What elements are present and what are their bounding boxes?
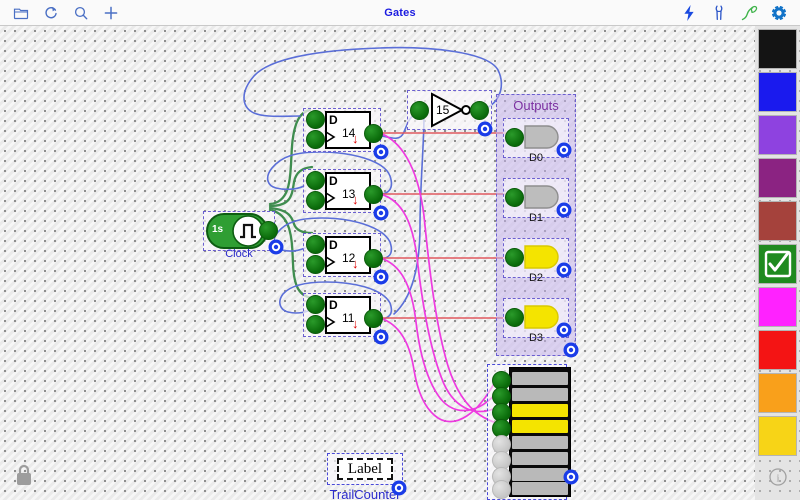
led-d1-terminal[interactable]	[505, 188, 524, 207]
bargraph-segment-2	[512, 404, 568, 417]
led-d0-terminal[interactable]	[505, 128, 524, 147]
flipflop-11-clk-input[interactable]	[306, 315, 325, 334]
gear-icon[interactable]	[764, 0, 794, 26]
outputs-group-title: Outputs	[513, 98, 559, 113]
flipflop-14-clk-input[interactable]	[306, 130, 325, 149]
bargraph-segment-6	[512, 468, 568, 481]
flipflop-11-clk-triangle	[325, 316, 336, 328]
flipflop-13-type: D	[329, 174, 338, 188]
bargraph-segment-7	[512, 482, 568, 495]
flipflop-11-d-input[interactable]	[306, 295, 325, 314]
swatch-green[interactable]	[758, 244, 797, 284]
led-d3-terminal[interactable]	[505, 308, 524, 327]
bargraph-segment-4	[512, 436, 568, 449]
pliers-icon[interactable]	[704, 0, 734, 26]
swatch-yellow[interactable]	[758, 416, 797, 456]
color-palette[interactable]: i	[755, 26, 800, 500]
checkbox-checked-icon	[764, 250, 791, 278]
flipflop-14-settings-badge[interactable]	[373, 144, 389, 160]
lightning-icon[interactable]	[674, 0, 704, 26]
led-d3-settings-badge[interactable]	[556, 322, 572, 338]
bargraph-segment-1	[512, 388, 568, 401]
flipflop-14-type: D	[329, 113, 338, 127]
swatch-orange[interactable]	[758, 373, 797, 413]
clock-output-terminal[interactable]	[259, 221, 278, 240]
wire-bargraph-bus	[375, 131, 501, 425]
inverter-15-input-terminal[interactable]	[410, 101, 429, 120]
flipflop-12-clk-input[interactable]	[306, 255, 325, 274]
bargraph-settings-badge[interactable]	[563, 469, 579, 485]
outputs-group-settings-badge[interactable]	[563, 342, 579, 358]
led-d2-terminal[interactable]	[505, 248, 524, 267]
info-icon[interactable]: i	[768, 467, 788, 492]
label-settings-badge[interactable]	[391, 480, 407, 496]
bargraph-segment-3	[512, 420, 568, 433]
flipflop-12-settings-badge[interactable]	[373, 269, 389, 285]
clock-label: Clock	[225, 248, 253, 260]
swatch-magenta[interactable]	[758, 287, 797, 327]
wire-led-bus	[373, 132, 509, 319]
circuit-canvas[interactable]: 1s Clock D 14 ↓ D 13 ↓ D 12 ↓ D 11 ↓ 15 …	[0, 26, 755, 500]
flipflop-14-edge-arrow: ↓	[352, 131, 359, 146]
bargraph-segment-0	[512, 372, 568, 385]
flipflop-12-type: D	[329, 238, 338, 252]
flipflop-11-q-output[interactable]	[364, 309, 383, 328]
inverter-15-output-terminal[interactable]	[470, 101, 489, 120]
swatch-purple[interactable]	[758, 158, 797, 198]
flipflop-13-d-input[interactable]	[306, 171, 325, 190]
flipflop-11-edge-arrow: ↓	[352, 316, 359, 331]
flipflop-13-edge-arrow: ↓	[352, 192, 359, 207]
led-d2-settings-badge[interactable]	[556, 262, 572, 278]
lock-icon[interactable]	[14, 463, 34, 492]
flipflop-13-q-output[interactable]	[364, 185, 383, 204]
svg-text:i: i	[776, 473, 779, 485]
clock-rate-label: 1s	[212, 224, 224, 235]
flipflop-11-type: D	[329, 298, 338, 312]
probe-icon[interactable]	[734, 0, 764, 26]
flipflop-13-clk-triangle	[325, 192, 336, 204]
flipflop-14-q-output[interactable]	[364, 124, 383, 143]
inverter-15-number: 15	[436, 103, 450, 117]
inverter-15-settings-badge[interactable]	[477, 121, 493, 137]
swatch-brick[interactable]	[758, 201, 797, 241]
flipflop-13-settings-badge[interactable]	[373, 205, 389, 221]
bargraph-segment-5	[512, 452, 568, 465]
flipflop-12-q-output[interactable]	[364, 249, 383, 268]
led-d0-settings-badge[interactable]	[556, 142, 572, 158]
flipflop-13-clk-input[interactable]	[306, 191, 325, 210]
flipflop-14-d-input[interactable]	[306, 110, 325, 129]
toolbar-right-group	[674, 0, 794, 26]
app-window: Gates 1s Clock D 14 ↓ D 13 ↓ D 12 ↓ D 11…	[0, 0, 800, 500]
flipflop-11-settings-badge[interactable]	[373, 329, 389, 345]
bargraph-input-7[interactable]	[492, 480, 511, 499]
flipflop-12-d-input[interactable]	[306, 235, 325, 254]
swatch-violet[interactable]	[758, 115, 797, 155]
flipflop-14-clk-triangle	[325, 131, 336, 143]
clock-settings-badge[interactable]	[268, 239, 284, 255]
swatch-red[interactable]	[758, 330, 797, 370]
swatch-black[interactable]	[758, 29, 797, 69]
flipflop-12-clk-triangle	[325, 256, 336, 268]
toolbar: Gates	[0, 0, 800, 26]
swatch-blue[interactable]	[758, 72, 797, 112]
led-d1-settings-badge[interactable]	[556, 202, 572, 218]
label-text-box[interactable]: Label	[337, 458, 393, 480]
flipflop-12-edge-arrow: ↓	[352, 256, 359, 271]
